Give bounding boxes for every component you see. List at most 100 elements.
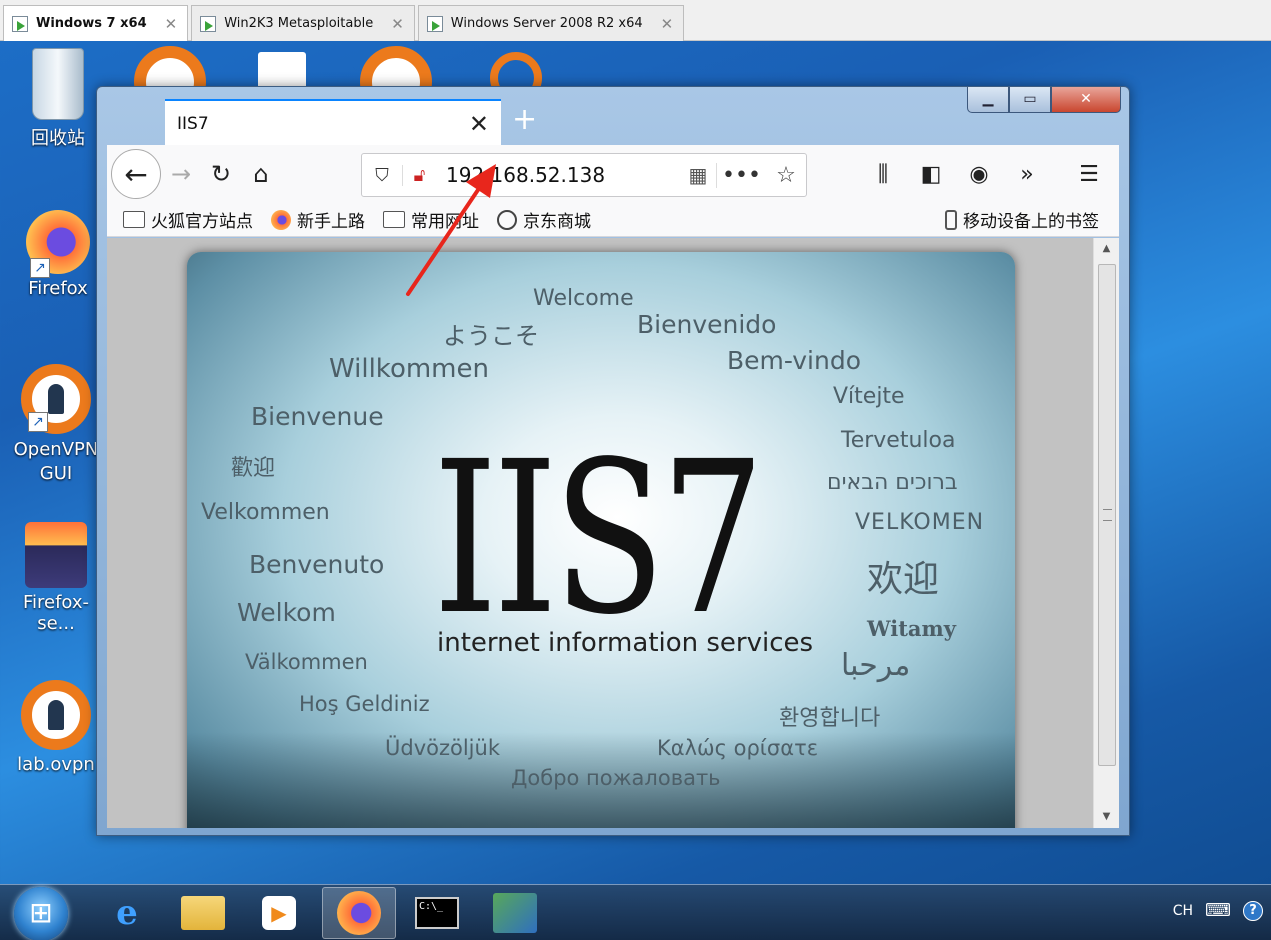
greeting-text: Witamy <box>867 616 956 641</box>
greeting-text: Tervetuloa <box>841 428 956 453</box>
greeting-text: Benvenuto <box>249 550 385 579</box>
greeting-text: مرحبا <box>841 648 911 683</box>
greeting-text: Üdvözöljük <box>385 736 500 760</box>
recycle-bin-icon <box>32 48 84 120</box>
file-explorer-icon[interactable] <box>166 887 240 939</box>
vm-tab-label: Windows 7 x64 <box>36 16 147 31</box>
greeting-text: Bienvenue <box>251 402 384 431</box>
close-icon[interactable]: ✕ <box>391 15 404 33</box>
start-button[interactable] <box>14 887 68 940</box>
sidebar-icon[interactable]: ◧ <box>911 154 951 194</box>
scrollbar-thumb[interactable] <box>1098 264 1116 766</box>
menu-icon[interactable]: ☰ <box>1069 154 1109 194</box>
vm-tab-bar: Windows 7 x64 ✕ Win2K3 Metasploitable ✕ … <box>0 0 1271 41</box>
desktop-icon-label: 回收站 <box>31 128 85 149</box>
command-prompt-icon[interactable]: C:\_ <box>400 887 474 939</box>
grip-icon <box>1103 509 1112 521</box>
vm-icon <box>426 15 443 32</box>
bookmark-label: 新手上路 <box>297 212 365 232</box>
nav-toolbar: ← → ↻ ⌂ ⛉ 🔓︎ 192.168.52.138 ▦ ••• ☆ ⫼ ◧ … <box>107 145 1119 203</box>
tab-title: IIS7 <box>177 114 209 134</box>
greeting-text: ברוכים הבאים <box>827 470 958 495</box>
bookmark-star-icon[interactable]: ☆ <box>766 163 806 188</box>
bookmark-jd[interactable]: 京东商城 <box>497 207 591 232</box>
greeting-text: Välkommen <box>245 650 368 674</box>
vm-tab-label: Windows Server 2008 R2 x64 <box>450 16 643 31</box>
new-tab-button[interactable]: + <box>512 105 537 135</box>
page-actions-icon[interactable]: ••• <box>716 162 766 188</box>
firefox-icon <box>271 209 291 230</box>
forward-button[interactable]: → <box>161 154 201 194</box>
scroll-down-icon[interactable]: ▼ <box>1094 806 1119 828</box>
library-icon[interactable]: ⫼ <box>863 154 903 194</box>
greeting-text: Vítejte <box>833 384 905 409</box>
shortcut-arrow-icon: ↗ <box>28 412 48 432</box>
close-icon[interactable]: ✕ <box>165 15 178 33</box>
bookmarks-toolbar: 火狐官方站点 新手上路 常用网址 京东商城 移动设备上的书签 <box>107 203 1119 237</box>
close-tab-icon[interactable]: ✕ <box>469 110 489 138</box>
greeting-text: Welcome <box>533 286 634 311</box>
bookmark-mobile[interactable]: 移动设备上的书签 <box>945 207 1099 232</box>
browser-tab-iis7[interactable]: IIS7 ✕ <box>165 99 501 147</box>
desktop-icon-lab-ovpn[interactable]: lab.ovpn <box>6 680 106 775</box>
keyboard-icon[interactable]: ⌨ <box>1205 900 1231 921</box>
vm-tab-windows7[interactable]: Windows 7 x64 ✕ <box>3 5 189 41</box>
overflow-icon[interactable]: » <box>1007 154 1047 194</box>
desktop-icon-label: Firefox <box>28 278 88 299</box>
browser-tab-strip: IIS7 ✕ + <box>107 95 1119 147</box>
vm-icon <box>200 15 217 32</box>
vm-tab-win2k3[interactable]: Win2K3 Metasploitable ✕ <box>191 5 415 41</box>
language-indicator[interactable]: CH <box>1173 903 1193 919</box>
desktop-icon-openvpn-gui[interactable]: ↗ OpenVPN GUI <box>6 364 106 486</box>
bookmark-getting-started[interactable]: 新手上路 <box>271 207 365 232</box>
iis7-welcome-image: Welcome ようこそ Bienvenido Bem-vindo Willko… <box>187 252 1015 828</box>
greeting-text: Hoş Geldiniz <box>299 692 430 716</box>
vm-tab-win2008[interactable]: Windows Server 2008 R2 x64 ✕ <box>417 5 685 41</box>
scroll-up-icon[interactable]: ▲ <box>1094 238 1119 260</box>
greeting-text: 환영합니다 <box>779 706 881 731</box>
home-button[interactable]: ⌂ <box>241 154 281 194</box>
bookmark-label: 京东商城 <box>523 212 591 232</box>
network-icon[interactable] <box>478 887 552 939</box>
annotation-arrow <box>406 164 496 296</box>
bookmark-label: 火狐官方站点 <box>151 212 253 232</box>
system-tray: CH ⌨ ? <box>1173 900 1263 921</box>
vertical-scrollbar[interactable]: ▲ ▼ <box>1093 238 1119 828</box>
desktop-icon-label: lab.ovpn <box>17 754 95 775</box>
desktop-icon-recycle-bin[interactable]: 回收站 <box>8 48 108 150</box>
desktop-icon-label: OpenVPN GUI <box>13 439 99 484</box>
greeting-text: Welkom <box>237 598 336 627</box>
page-viewport: Welcome ようこそ Bienvenido Bem-vindo Willko… <box>107 238 1093 828</box>
media-player-icon[interactable]: ▶ <box>242 887 316 939</box>
help-icon[interactable]: ? <box>1243 900 1263 921</box>
desktop-icon-firefox-se[interactable]: Firefox-se... <box>6 522 106 634</box>
bookmark-label: 移动设备上的书签 <box>963 212 1099 232</box>
mobile-icon <box>945 209 957 230</box>
greeting-text: Bem-vindo <box>727 346 861 375</box>
shortcut-arrow-icon: ↗ <box>30 258 50 278</box>
greeting-text: VELKOMEN <box>855 510 985 535</box>
toolbar-right: ⫼ ◧ ◉ » ☰ <box>863 154 1109 194</box>
tracking-protection-icon[interactable]: ⛉ <box>362 165 402 186</box>
qr-code-icon[interactable]: ▦ <box>680 163 716 187</box>
taskbar: e ▶ C:\_ CH ⌨ ? <box>0 884 1271 940</box>
account-icon[interactable]: ◉ <box>959 154 999 194</box>
desktop-icon-firefox[interactable]: ↗ Firefox <box>8 210 108 299</box>
firefox-window: ▁ ▭ ✕ IIS7 ✕ + ← → ↻ ⌂ ⛉ 🔓︎ 192.168.52.1… <box>96 86 1130 836</box>
openvpn-config-icon <box>21 680 91 750</box>
back-button[interactable]: ← <box>111 149 161 199</box>
firefox-se-icon <box>25 522 87 588</box>
greeting-text: 歡迎 <box>231 456 276 481</box>
iis7-tagline: internet information services <box>437 628 814 658</box>
reload-button[interactable]: ↻ <box>201 154 241 194</box>
firefox-taskbar-icon[interactable] <box>322 887 396 939</box>
close-icon[interactable]: ✕ <box>661 15 674 33</box>
bookmark-firefox-official[interactable]: 火狐官方站点 <box>123 207 253 232</box>
folder-icon <box>123 211 145 228</box>
desktop-icon-label: Firefox-se... <box>22 592 90 634</box>
greeting-text: ようこそ <box>443 322 539 350</box>
greeting-text: 欢迎 <box>867 559 940 600</box>
internet-explorer-icon[interactable]: e <box>90 887 164 939</box>
greeting-text: Willkommen <box>329 354 489 384</box>
greeting-text: Добро пожаловать <box>511 766 721 790</box>
